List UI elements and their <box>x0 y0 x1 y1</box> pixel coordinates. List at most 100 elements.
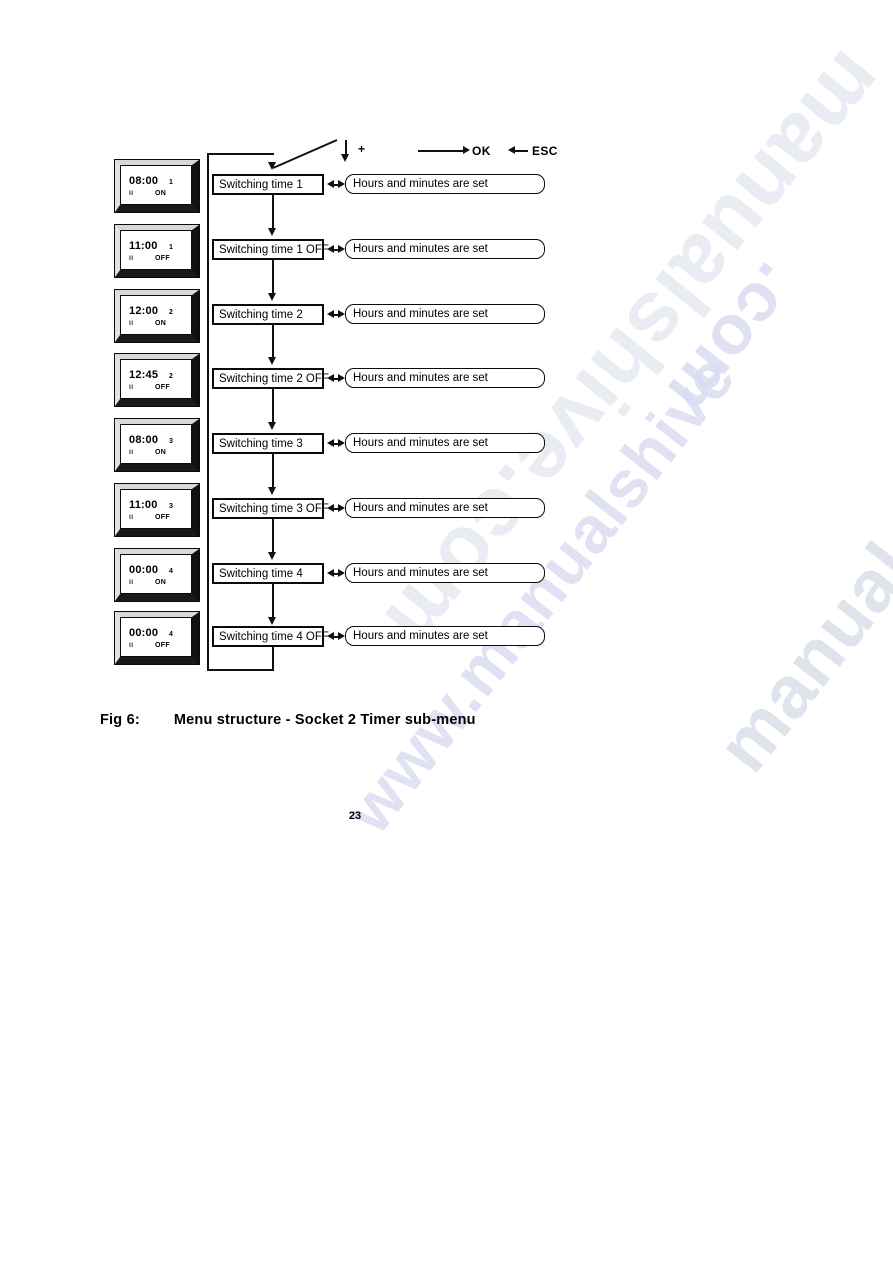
flow-arrow-icon <box>267 228 276 236</box>
lcd-index: 2 <box>169 309 173 316</box>
legend-ok-arrow-shaft <box>418 150 466 152</box>
lcd-index: 2 <box>169 373 173 380</box>
lcd-socket-indicator: II <box>129 384 134 391</box>
lcd-state: ON <box>155 449 167 456</box>
legend-esc-arrow-shaft <box>514 150 528 152</box>
arrow-right-icon <box>338 374 345 382</box>
lcd-state: ON <box>155 190 167 197</box>
flow-arrow-icon <box>267 552 276 560</box>
lcd-index: 4 <box>169 631 173 638</box>
lcd-index: 3 <box>169 503 173 510</box>
lcd-display: 08:00 1 II ON <box>114 159 200 213</box>
lcd-socket-indicator: II <box>129 255 134 262</box>
flow-connector <box>272 519 274 554</box>
lcd-screen: 12:45 2 II OFF <box>120 359 192 399</box>
action-hours-minutes-set[interactable]: Hours and minutes are set <box>345 498 545 518</box>
action-hours-minutes-set[interactable]: Hours and minutes are set <box>345 304 545 324</box>
lcd-display: 00:00 4 II ON <box>114 548 200 602</box>
lcd-socket-indicator: II <box>129 514 134 521</box>
lcd-state: OFF <box>155 514 170 521</box>
action-hours-minutes-set[interactable]: Hours and minutes are set <box>345 626 545 646</box>
arrow-right-icon <box>338 310 345 318</box>
menu-item-switching-time[interactable]: Switching time 4 <box>212 563 324 584</box>
arrow-right-icon <box>338 245 345 253</box>
lcd-display: 11:00 1 II OFF <box>114 224 200 278</box>
lcd-screen: 11:00 1 II OFF <box>120 230 192 270</box>
figure-caption-text: Menu structure - Socket 2 Timer sub-menu <box>173 712 476 728</box>
arrow-right-icon <box>338 569 345 577</box>
action-hours-minutes-set[interactable]: Hours and minutes are set <box>345 563 545 583</box>
flow-arrow-icon <box>267 487 276 495</box>
lcd-time: 12:00 <box>129 305 159 317</box>
arrow-right-icon <box>463 145 470 154</box>
flow-arrow-icon <box>267 422 276 430</box>
lcd-socket-indicator: II <box>129 579 134 586</box>
lcd-screen: 00:00 4 II ON <box>120 554 192 594</box>
legend-plus-label: + <box>358 142 366 156</box>
flow-arrow-icon <box>267 617 276 625</box>
trunk-bottom-segment <box>272 646 274 671</box>
page-number: 23 <box>348 810 362 822</box>
loopback-left-segment <box>207 153 209 671</box>
lcd-socket-indicator: II <box>129 190 134 197</box>
flow-connector <box>272 584 274 619</box>
lcd-screen: 08:00 1 II ON <box>120 165 192 205</box>
lcd-display: 11:00 3 II OFF <box>114 483 200 537</box>
flow-connector <box>272 260 274 295</box>
action-hours-minutes-set[interactable]: Hours and minutes are set <box>345 174 545 194</box>
lcd-display: 00:00 4 II OFF <box>114 611 200 665</box>
menu-item-switching-time[interactable]: Switching time 3 <box>212 433 324 454</box>
lcd-index: 3 <box>169 438 173 445</box>
lcd-socket-indicator: II <box>129 449 134 456</box>
menu-item-switching-time[interactable]: Switching time 1 OFF <box>212 239 329 260</box>
flow-connector <box>272 454 274 489</box>
legend-ok-label: OK <box>472 144 491 158</box>
lcd-screen: 08:00 3 II ON <box>120 424 192 464</box>
action-hours-minutes-set[interactable]: Hours and minutes are set <box>345 433 545 453</box>
figure-caption: Fig 6: Menu structure - Socket 2 Timer su… <box>100 712 476 728</box>
figure-caption-label: Fig 6: <box>100 712 140 728</box>
loopback-top-segment <box>207 153 274 155</box>
lcd-screen: 12:00 2 II ON <box>120 295 192 335</box>
menu-item-switching-time[interactable]: Switching time 4 OFF <box>212 626 329 647</box>
action-hours-minutes-set[interactable]: Hours and minutes are set <box>345 239 545 259</box>
lcd-time: 00:00 <box>129 627 159 639</box>
menu-item-switching-time[interactable]: Switching time 3 OFF <box>212 498 329 519</box>
lcd-screen: 00:00 4 II OFF <box>120 617 192 657</box>
lcd-index: 1 <box>169 244 173 251</box>
lcd-time: 11:00 <box>129 499 158 511</box>
lcd-time: 11:00 <box>129 240 158 252</box>
flow-arrow-icon <box>267 357 276 365</box>
lcd-state: ON <box>155 320 167 327</box>
flow-connector <box>272 195 274 230</box>
lcd-socket-indicator: II <box>129 320 134 327</box>
lcd-socket-indicator: II <box>129 642 134 649</box>
flow-connector <box>272 389 274 424</box>
action-hours-minutes-set[interactable]: Hours and minutes are set <box>345 368 545 388</box>
lcd-time: 08:00 <box>129 434 159 446</box>
arrow-right-icon <box>338 632 345 640</box>
lcd-state: ON <box>155 579 167 586</box>
lcd-time: 00:00 <box>129 564 159 576</box>
lcd-display: 08:00 3 II ON <box>114 418 200 472</box>
flow-connector <box>272 325 274 360</box>
lcd-time: 08:00 <box>129 175 159 187</box>
lcd-display: 12:45 2 II OFF <box>114 353 200 407</box>
menu-item-switching-time[interactable]: Switching time 2 <box>212 304 324 325</box>
figure-menu-structure: + OK ESC 08:00 1 II ON Switching time 1 … <box>0 0 893 1263</box>
entry-diagonal-line <box>272 139 338 169</box>
legend-esc-label: ESC <box>532 144 558 158</box>
arrow-right-icon <box>338 439 345 447</box>
lcd-screen: 11:00 3 II OFF <box>120 489 192 529</box>
lcd-index: 1 <box>169 179 173 186</box>
lcd-time: 12:45 <box>129 369 159 381</box>
arrow-right-icon <box>338 504 345 512</box>
menu-item-switching-time[interactable]: Switching time 2 OFF <box>212 368 329 389</box>
loopback-bottom-segment <box>207 669 274 671</box>
lcd-index: 4 <box>169 568 173 575</box>
menu-item-switching-time[interactable]: Switching time 1 <box>212 174 324 195</box>
lcd-display: 12:00 2 II ON <box>114 289 200 343</box>
flow-arrow-icon <box>267 162 276 170</box>
lcd-state: OFF <box>155 384 170 391</box>
lcd-state: OFF <box>155 255 170 262</box>
